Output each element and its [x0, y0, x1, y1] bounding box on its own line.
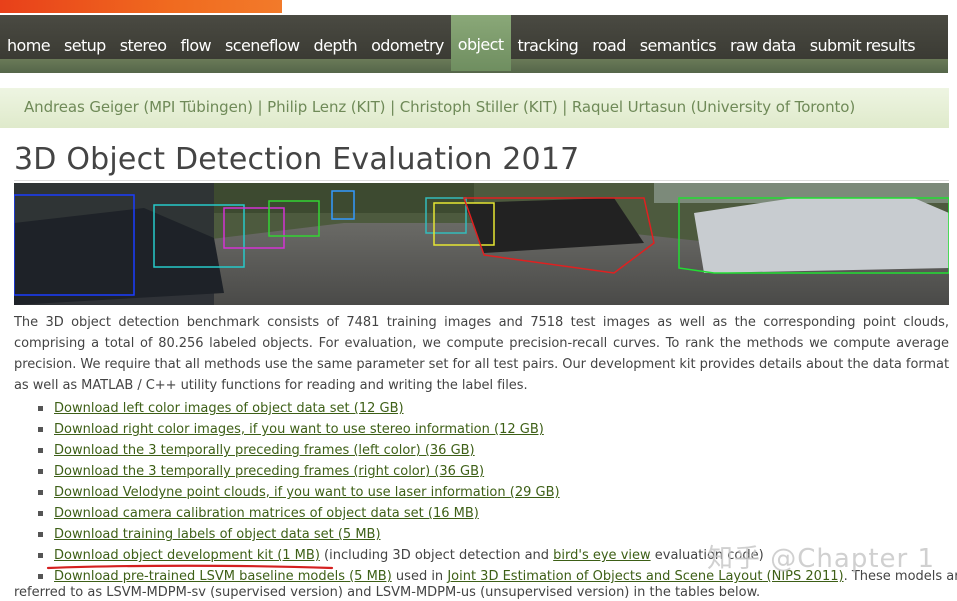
list-item: Download left color images of object dat…	[38, 398, 949, 419]
detection-example-image	[14, 183, 949, 305]
download-calibration-link[interactable]: Download camera calibration matrices of …	[54, 506, 479, 521]
page-title: 3D Object Detection Evaluation 2017	[14, 142, 580, 177]
birds-eye-view-link[interactable]: bird's eye view	[553, 548, 650, 563]
title-divider	[14, 180, 949, 181]
nav-item-road[interactable]: road	[585, 23, 633, 65]
authors-text: Andreas Geiger (MPI Tübingen) | Philip L…	[24, 98, 856, 116]
authors-bar: Andreas Geiger (MPI Tübingen) | Philip L…	[0, 88, 949, 128]
nav-item-depth[interactable]: depth	[307, 23, 365, 65]
download-velodyne-link[interactable]: Download Velodyne point clouds, if you w…	[54, 485, 560, 500]
list-item: Download the 3 temporally preceding fram…	[38, 440, 949, 461]
nav-item-semantics[interactable]: semantics	[633, 23, 723, 65]
nav-item-odometry[interactable]: odometry	[364, 23, 451, 65]
list-item: Download Velodyne point clouds, if you w…	[38, 482, 949, 503]
list-item: Download the 3 temporally preceding fram…	[38, 461, 949, 482]
nav-item-sceneflow[interactable]: sceneflow	[218, 23, 307, 65]
lsvm-mid-text: used in	[391, 569, 448, 584]
download-right-images-link[interactable]: Download right color images, if you want…	[54, 422, 544, 437]
nav-item-tracking[interactable]: tracking	[511, 23, 586, 65]
download-devkit-link[interactable]: Download object development kit (1 MB)	[54, 548, 320, 563]
list-item: Download camera calibration matrices of …	[38, 503, 949, 524]
benchmark-description: The 3D object detection benchmark consis…	[14, 315, 949, 393]
download-left-images-link[interactable]: Download left color images of object dat…	[54, 401, 404, 416]
red-underline-annotation	[46, 564, 334, 570]
nav-item-stereo[interactable]: stereo	[113, 23, 174, 65]
nav-item-home[interactable]: home	[0, 23, 57, 65]
nav-item-flow[interactable]: flow	[173, 23, 218, 65]
download-prev-left-link[interactable]: Download the 3 temporally preceding fram…	[54, 443, 475, 458]
lsvm-size-link[interactable]: (5 MB)	[345, 569, 392, 584]
download-lsvm-link[interactable]: Download pre-trained LSVM baseline model…	[54, 569, 345, 584]
nav-item-submit-results[interactable]: submit results	[803, 23, 922, 65]
nav-item-setup[interactable]: setup	[57, 23, 113, 65]
nav-item-object[interactable]: object	[450, 15, 511, 71]
lsvm-note-text: referred to as LSVM-MDPM-sv (supervised …	[14, 585, 761, 600]
list-item: Download right color images, if you want…	[38, 419, 949, 440]
main-navigation: home setup stereo flow sceneflow depth o…	[0, 15, 948, 73]
download-prev-right-link[interactable]: Download the 3 temporally preceding fram…	[54, 464, 484, 479]
top-accent-bar	[0, 0, 282, 13]
nav-item-raw-data[interactable]: raw data	[723, 23, 803, 65]
devkit-suffix-text: (including 3D object detection and	[319, 548, 554, 563]
watermark: 知乎 @Chapter 1	[707, 544, 936, 574]
download-labels-link[interactable]: Download training labels of object data …	[54, 527, 381, 542]
